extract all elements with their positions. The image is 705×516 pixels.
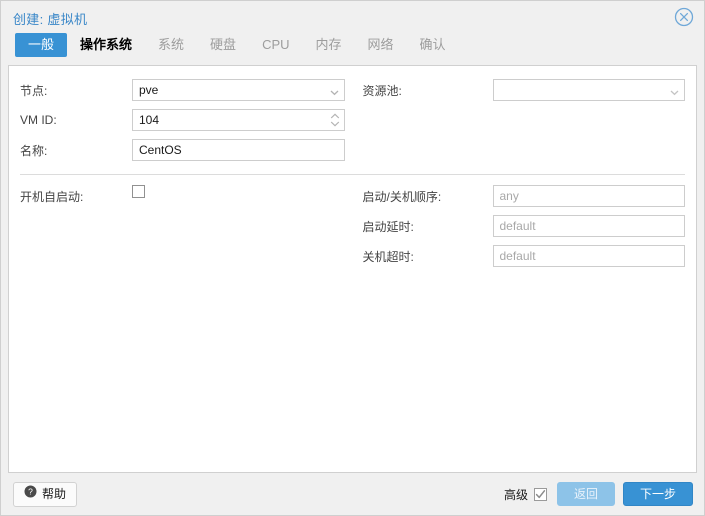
help-button-label: 帮助 (42, 487, 67, 501)
tab-general[interactable]: 一般 (15, 33, 68, 57)
start-order-label: 启动/关机顺序: (362, 189, 442, 204)
back-button: 返回 (556, 482, 615, 506)
close-icon[interactable] (674, 7, 694, 27)
node-control (132, 79, 345, 101)
field-vmid: VM ID: (20, 109, 345, 131)
dialog-titlebar: 创建: 虚拟机 (1, 1, 704, 33)
field-start-at-boot: 开机自启动: (20, 185, 345, 207)
create-vm-dialog: 创建: 虚拟机 一般 操作系统 系统 硬盘 CPU 内存 网络 确认 节点: p… (0, 0, 705, 516)
field-pool: 资源池: (362, 79, 685, 101)
tab-cpu: CPU (262, 37, 290, 52)
vmid-control (132, 109, 345, 131)
shutdown-timeout-label: 关机超时: (362, 249, 414, 264)
startup-delay-control (492, 215, 685, 237)
tab-confirm: 确认 (419, 37, 446, 52)
field-node: 节点: (20, 79, 345, 101)
field-startup-delay: 启动延时: (362, 215, 685, 237)
name-control (132, 139, 345, 161)
startup-delay-input[interactable] (492, 215, 685, 237)
pool-control (492, 79, 685, 101)
general-tab-panel: 节点: VM ID: (8, 65, 697, 473)
shutdown-timeout-input[interactable] (492, 245, 685, 267)
question-circle-icon: ? (24, 483, 37, 505)
vmid-label: VM ID: (20, 113, 57, 127)
name-label: 名称: (20, 143, 48, 158)
form-column-right-bottom: 启动/关机顺序: 启动延时: 关机超时: (353, 185, 697, 275)
tab-network: 网络 (367, 37, 394, 52)
field-shutdown-timeout: 关机超时: (362, 245, 685, 267)
tab-memory: 内存 (315, 37, 342, 52)
form-column-right: 资源池: (353, 79, 697, 169)
svg-text:?: ? (28, 487, 33, 497)
shutdown-timeout-control (492, 245, 685, 267)
tab-os[interactable]: 操作系统 (67, 33, 145, 57)
form-column-left-bottom: 开机自启动: (9, 185, 353, 275)
section-divider (20, 174, 685, 175)
wizard-tabbar: 一般 操作系统 系统 硬盘 CPU 内存 网络 确认 (1, 33, 704, 65)
advanced-checkbox[interactable] (533, 487, 547, 501)
tab-system: 系统 (158, 37, 185, 52)
node-select[interactable] (132, 79, 345, 101)
form-bottom-section: 开机自启动: 启动/关机顺序: 启动延时: (9, 185, 696, 275)
start-order-control (492, 185, 685, 207)
start-at-boot-checkbox[interactable] (132, 185, 145, 198)
pool-label: 资源池: (362, 83, 402, 98)
start-order-input[interactable] (492, 185, 685, 207)
next-button[interactable]: 下一步 (622, 482, 693, 506)
advanced-label: 高级 (503, 487, 528, 502)
vmid-input[interactable] (132, 109, 345, 131)
name-input[interactable] (132, 139, 345, 161)
start-at-boot-label: 开机自启动: (20, 189, 84, 204)
footer-right-group: 高级 返回 下一步 (504, 482, 693, 506)
page-title: 创建: 虚拟机 (13, 12, 88, 27)
help-button[interactable]: ? 帮助 (13, 481, 78, 507)
form-top-section: 节点: VM ID: (9, 66, 696, 169)
form-column-left: 节点: VM ID: (9, 79, 353, 169)
field-name: 名称: (20, 139, 345, 161)
start-at-boot-control (132, 185, 345, 207)
dialog-footer: ? 帮助 高级 返回 下一步 (1, 473, 704, 515)
node-label: 节点: (20, 83, 48, 98)
field-start-order: 启动/关机顺序: (362, 185, 685, 207)
pool-select[interactable] (492, 79, 685, 101)
startup-delay-label: 启动延时: (362, 219, 414, 234)
tab-disks: 硬盘 (210, 37, 237, 52)
footer-left-group: ? 帮助 (13, 481, 78, 507)
